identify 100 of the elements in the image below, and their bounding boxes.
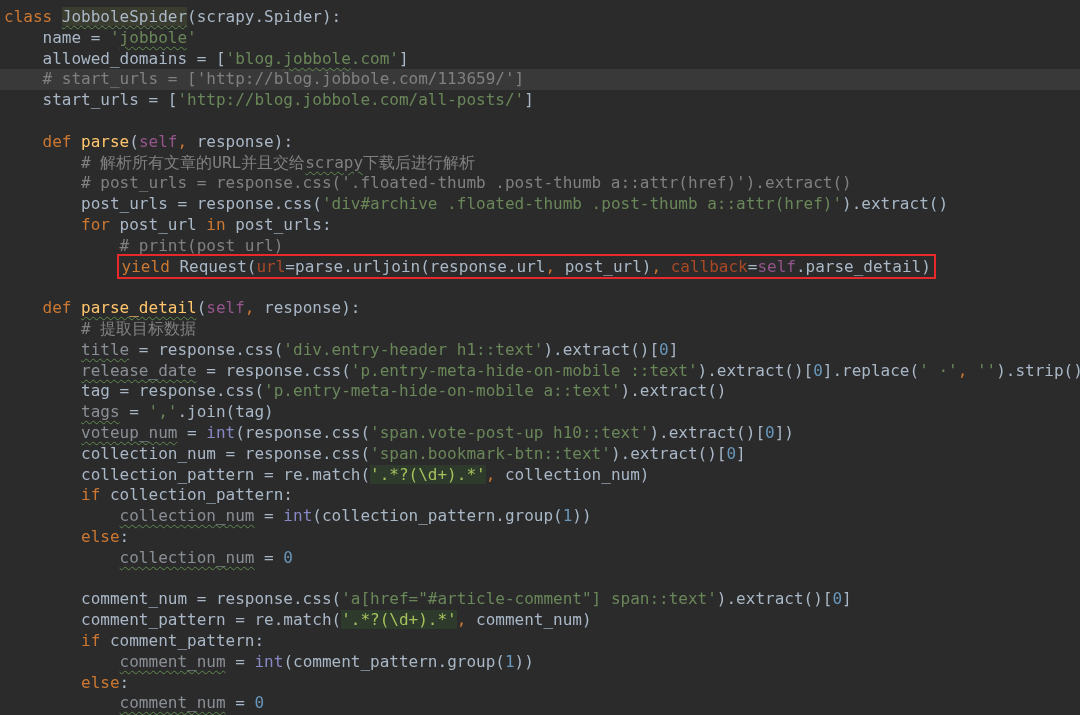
code-text: : <box>119 672 130 692</box>
code-text: comment_num = response.css( <box>81 589 342 609</box>
number-literal: 0 <box>726 443 737 463</box>
keyword: if <box>81 485 102 505</box>
self-keyword: self <box>206 298 245 318</box>
code-text: ).extract()[ <box>697 360 814 380</box>
string-literal: 'blog. <box>225 48 284 68</box>
code-text: ).extract()[ <box>610 443 727 463</box>
code-text: ] <box>842 589 852 609</box>
code-text: ).extract() <box>620 381 727 401</box>
code-text: ( <box>129 131 139 151</box>
code-text: ).extract()[ <box>543 339 660 359</box>
code-text: ).strip() <box>996 360 1080 380</box>
keyword: def <box>42 131 73 151</box>
code-text: (scrapy.Spider): <box>187 7 342 26</box>
keyword: for <box>81 214 111 234</box>
code-text: = response.css( <box>137 339 284 359</box>
code-text: post_urls = response.css( <box>81 194 322 214</box>
code-text: ]) <box>774 422 794 442</box>
string-literal: 'span.bookmark-btn::text' <box>370 443 611 463</box>
regex-literal: '.*?(\d+).*' <box>341 610 457 630</box>
unused-variable: release_date <box>81 360 197 380</box>
code-text: comment_pattern = re.match( <box>81 610 342 630</box>
number-literal: 0 <box>254 693 265 713</box>
string-literal: ' ·' <box>919 360 958 380</box>
code-text: = <box>263 547 275 567</box>
code-text: post_url) <box>563 256 652 276</box>
code-text: ].replace( <box>822 360 920 380</box>
builtin-name: int <box>283 506 313 526</box>
string-literal: 'a[href="#article-comment"] span::text' <box>341 589 717 609</box>
code-text: (response.css( <box>235 422 371 442</box>
code-text: = <box>234 651 246 671</box>
comment: # start_urls = ['http://blog.jobbole.com/113659/'] <box>42 69 525 89</box>
string-literal: 'p.entry-meta-hide-on-mobile ::text' <box>350 360 698 380</box>
string-literal: jobbole <box>283 48 351 68</box>
builtin-name: int <box>206 422 236 442</box>
comment: # print(post_url) <box>119 235 284 255</box>
unused-variable: tags <box>81 402 120 422</box>
comment: # post_urls = response.css('.floated-thumb .post-thumb a::attr(href)').extract() <box>81 173 852 193</box>
keyword: , <box>456 610 467 630</box>
code-text: comment_pattern: <box>109 630 265 650</box>
code-text: response): <box>263 298 361 318</box>
code-text: = <box>263 506 275 526</box>
function-name: parse_detail <box>81 298 197 318</box>
keyword: , <box>485 464 496 484</box>
code-text: (collection_pattern.group( <box>312 506 563 526</box>
code-text: = <box>747 256 758 276</box>
code-text: ] <box>668 339 679 359</box>
function-name: parse <box>81 131 130 151</box>
keyword: , <box>177 131 188 151</box>
code-text: ).extract()[ <box>649 422 765 442</box>
unused-variable: comment_num <box>119 693 226 713</box>
code-text: )) <box>514 651 534 671</box>
keyword: , <box>545 256 556 276</box>
keyword: else <box>81 526 120 546</box>
unused-variable: title <box>81 339 130 359</box>
comment: 下载后进行解析 <box>363 152 476 172</box>
code-text: ] <box>736 443 746 463</box>
keyword: , <box>651 256 663 276</box>
string-literal: '' <box>976 360 997 380</box>
number-literal: 0 <box>765 422 775 442</box>
code-text: = response.css( <box>205 360 351 380</box>
unused-variable: comment_num <box>119 651 226 671</box>
string-literal: jobbole <box>119 27 188 47</box>
code-text: collection_pattern: <box>109 485 293 505</box>
code-text: collection_pattern = re.match( <box>81 464 371 484</box>
code-text: response): <box>195 131 293 151</box>
keyword-argument: url <box>256 256 286 276</box>
code-text: collection_num = response.css( <box>81 443 371 463</box>
keyword: in <box>206 214 227 234</box>
self-keyword: self <box>757 256 796 276</box>
code-text: comment_num) <box>475 610 592 630</box>
code-text: ).extract()[ <box>716 589 833 609</box>
code-text: Request( <box>179 256 257 276</box>
code-text: (comment_pattern.group( <box>283 651 505 671</box>
code-text: tag = response.css( <box>81 381 265 401</box>
number-literal: 0 <box>832 589 843 609</box>
string-literal: 'div#archive .floated-thumb .post-thumb a::attr(href)' <box>321 194 843 214</box>
code-text: ).extract() <box>842 194 949 214</box>
number-literal: 1 <box>504 651 515 671</box>
comment: scrapy <box>305 152 364 172</box>
number-literal: 0 <box>659 339 669 359</box>
keyword: , <box>244 298 255 318</box>
keyword: if <box>81 630 102 650</box>
self-keyword: self <box>138 131 178 151</box>
code-text: ( <box>196 298 207 318</box>
unused-variable: voteup_num <box>81 422 178 442</box>
keyword: , <box>957 360 969 380</box>
number-literal: 1 <box>562 506 573 526</box>
keyword: def <box>42 298 73 318</box>
comment: # 提取目标数据 <box>81 318 197 338</box>
code-text: = <box>128 402 140 422</box>
code-text: = <box>186 422 198 442</box>
code-text: post_url <box>119 214 198 234</box>
string-literal: 'span.vote-post-up h10::text' <box>370 422 650 442</box>
code-text: ] <box>398 48 409 68</box>
string-literal: ' <box>109 27 120 47</box>
code-text: )) <box>572 506 592 526</box>
code-text: post_urls: <box>235 214 332 234</box>
code-text: ] <box>524 90 534 110</box>
